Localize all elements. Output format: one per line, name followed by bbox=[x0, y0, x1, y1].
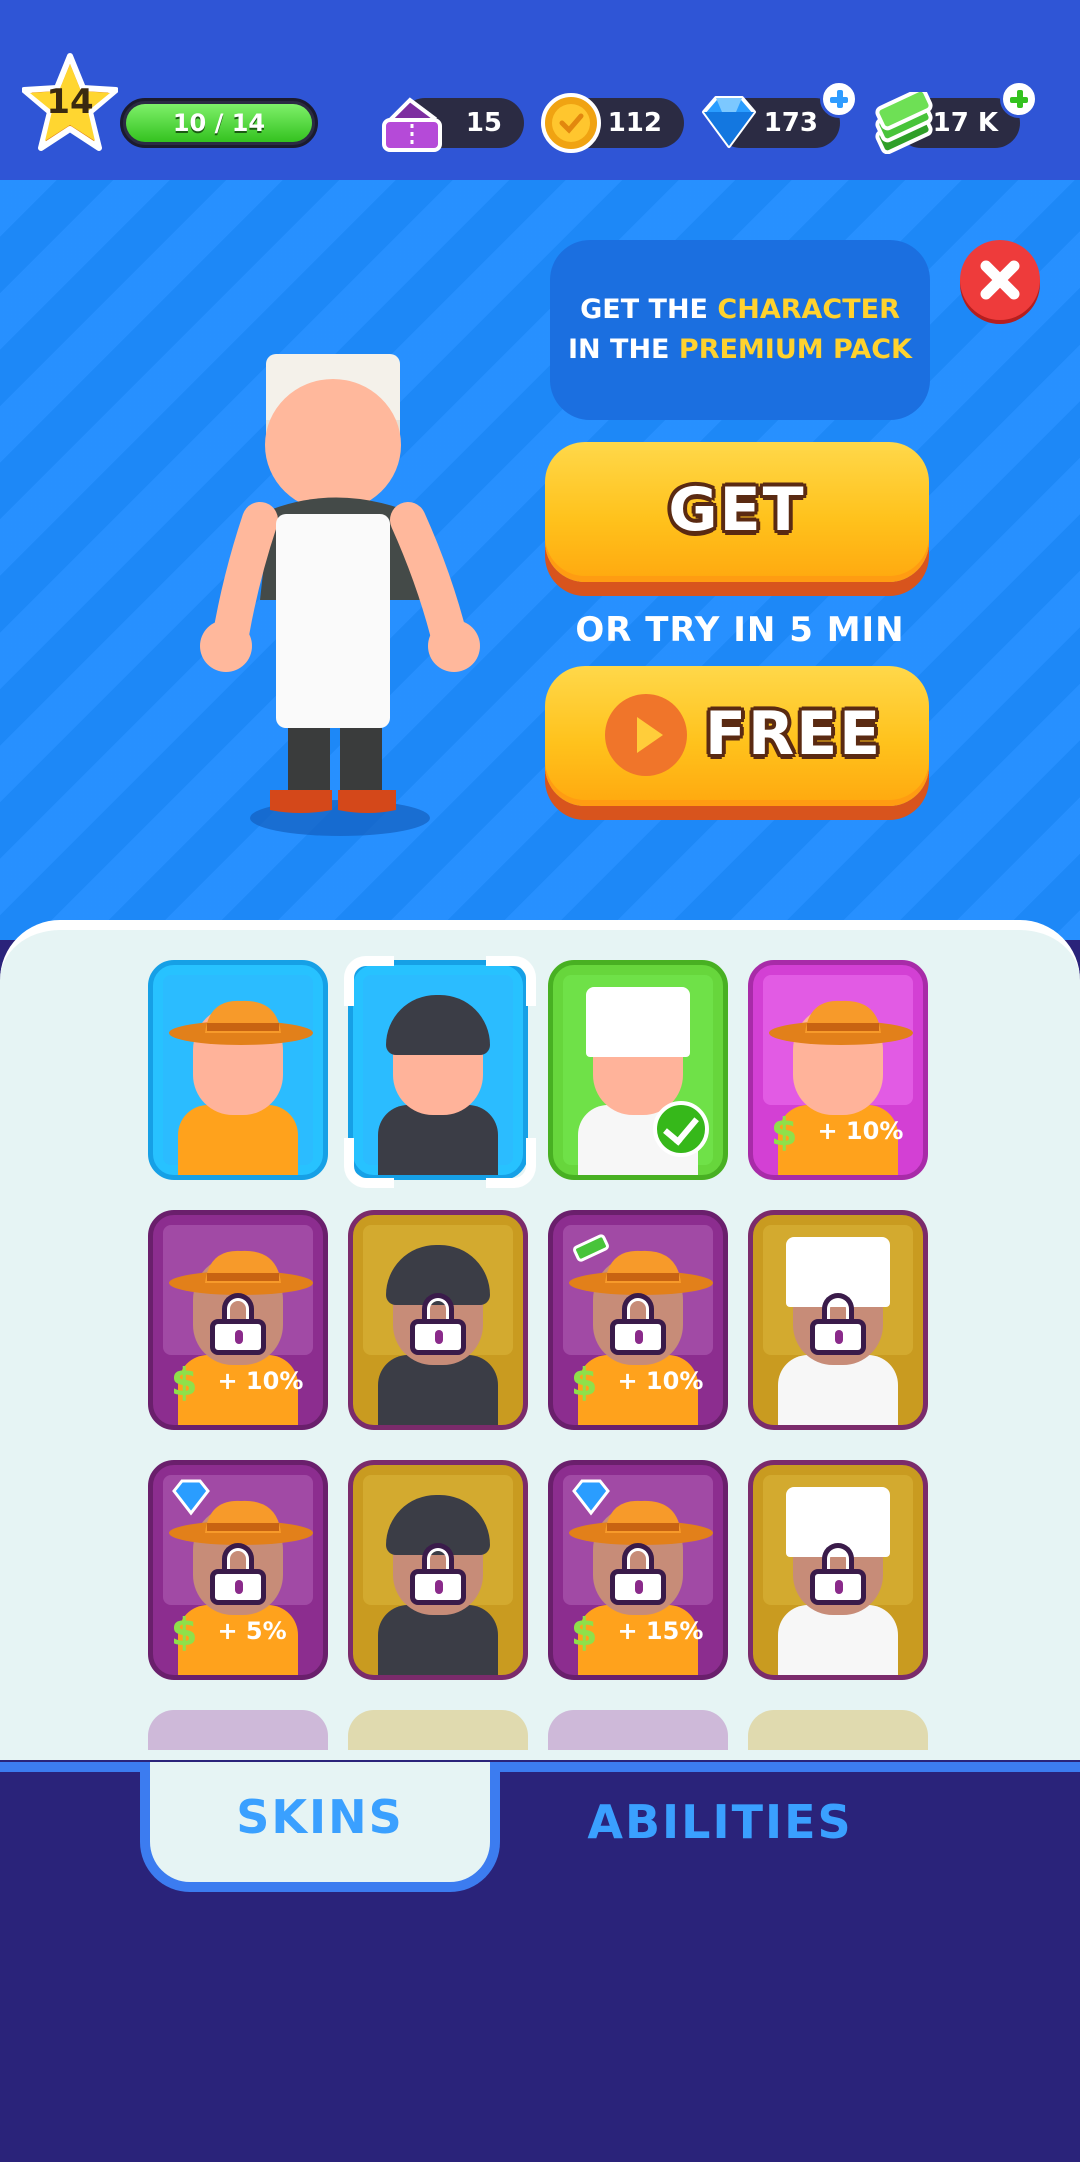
skin-card-cowboy[interactable]: $ + 5% bbox=[148, 1460, 328, 1680]
lock-icon bbox=[410, 1543, 466, 1605]
try-free-caption: OR TRY IN 5 MIN bbox=[575, 610, 905, 650]
dollar-icon: $ bbox=[771, 1110, 798, 1154]
skin-body bbox=[378, 1355, 498, 1425]
skin-perk-value: + 10% bbox=[217, 1367, 304, 1395]
dollar-icon: $ bbox=[171, 1360, 198, 1404]
free-button-label: FREE bbox=[705, 699, 883, 769]
skin-card-soldier[interactable] bbox=[348, 1460, 528, 1680]
skin-body bbox=[378, 1605, 498, 1675]
skin-card-chef[interactable] bbox=[548, 960, 728, 1180]
level-badge: 14 bbox=[22, 52, 118, 156]
play-video-icon bbox=[605, 694, 687, 776]
lock-icon bbox=[610, 1543, 666, 1605]
skin-perk: $ + 10% bbox=[771, 1107, 913, 1155]
get-button[interactable]: GET bbox=[545, 442, 929, 582]
gem-icon bbox=[700, 94, 758, 154]
skin-perk: $ + 15% bbox=[571, 1607, 713, 1655]
partial-skin-card bbox=[748, 1710, 928, 1750]
gem-icon bbox=[572, 1479, 610, 1516]
skin-card-cowboy[interactable]: $ + 10% bbox=[748, 960, 928, 1180]
add-cash-button[interactable] bbox=[1000, 80, 1038, 118]
skin-card-soldier[interactable] bbox=[348, 1210, 528, 1430]
lock-icon bbox=[810, 1293, 866, 1355]
lock-icon bbox=[810, 1543, 866, 1605]
dollar-icon: $ bbox=[171, 1610, 198, 1654]
offer-line1-highlight: CHARACTER bbox=[717, 294, 900, 325]
offer-line1-prefix: GET THE bbox=[580, 294, 718, 325]
cowboy-hat-icon bbox=[169, 1250, 313, 1295]
cowboy-hat-icon bbox=[169, 1000, 313, 1045]
coin-icon bbox=[540, 92, 602, 158]
skin-body bbox=[778, 1355, 898, 1425]
partial-skin-card bbox=[548, 1710, 728, 1750]
chef-hat-icon bbox=[586, 987, 690, 1057]
skin-perk-value: + 15% bbox=[617, 1617, 704, 1645]
cash-icon bbox=[872, 87, 940, 158]
checkmark-icon bbox=[653, 1101, 709, 1157]
level-number: 14 bbox=[46, 82, 94, 122]
skin-perk-value: + 10% bbox=[817, 1117, 904, 1145]
selection-highlight bbox=[344, 956, 536, 1188]
xp-progress-text: 10 / 14 bbox=[172, 109, 266, 137]
skin-card-cowboy[interactable] bbox=[148, 960, 328, 1180]
tab-skins[interactable]: SKINS bbox=[140, 1762, 500, 1892]
lock-icon bbox=[410, 1293, 466, 1355]
offer-line2-highlight: PREMIUM PACK bbox=[678, 334, 912, 365]
free-trial-button[interactable]: FREE bbox=[545, 666, 929, 806]
close-button[interactable] bbox=[960, 240, 1040, 320]
skin-perk-value: + 5% bbox=[217, 1617, 287, 1645]
skin-card-chef[interactable] bbox=[748, 1210, 928, 1430]
offer-line2-prefix: IN THE bbox=[568, 334, 679, 365]
lock-icon bbox=[210, 1543, 266, 1605]
skin-body bbox=[178, 1105, 298, 1175]
xp-progress-bar: 10 / 14 bbox=[120, 98, 318, 148]
dollar-icon: $ bbox=[571, 1360, 598, 1404]
cash-icon bbox=[573, 1234, 609, 1262]
get-button-label: GET bbox=[668, 475, 806, 545]
skin-perk: $ + 10% bbox=[171, 1357, 313, 1405]
gem-icon bbox=[172, 1479, 210, 1516]
dollar-icon: $ bbox=[571, 1610, 598, 1654]
partial-skin-card bbox=[348, 1710, 528, 1750]
premium-pack-offer-text: GET THE CHARACTER IN THE PREMIUM PACK bbox=[550, 240, 930, 420]
tab-abilities[interactable]: ABILITIES bbox=[520, 1772, 920, 1882]
lock-icon bbox=[610, 1293, 666, 1355]
close-icon bbox=[980, 260, 1020, 300]
skin-body bbox=[778, 1605, 898, 1675]
skin-perk-value: + 10% bbox=[617, 1367, 704, 1395]
lock-icon bbox=[210, 1293, 266, 1355]
skin-card-chef[interactable] bbox=[748, 1460, 928, 1680]
skin-perk: $ + 5% bbox=[171, 1607, 313, 1655]
partial-skin-card bbox=[148, 1710, 328, 1750]
skin-card-cowboy[interactable]: $ + 10% bbox=[548, 1210, 728, 1430]
add-gems-button[interactable] bbox=[820, 80, 858, 118]
character-model-chef bbox=[200, 354, 480, 836]
cowboy-hat-icon bbox=[769, 1000, 913, 1045]
ticket-icon bbox=[382, 96, 442, 158]
skin-perk: $ + 10% bbox=[571, 1357, 713, 1405]
skin-card-cowboy[interactable]: $ + 15% bbox=[548, 1460, 728, 1680]
skin-card-cowboy[interactable]: $ + 10% bbox=[148, 1210, 328, 1430]
